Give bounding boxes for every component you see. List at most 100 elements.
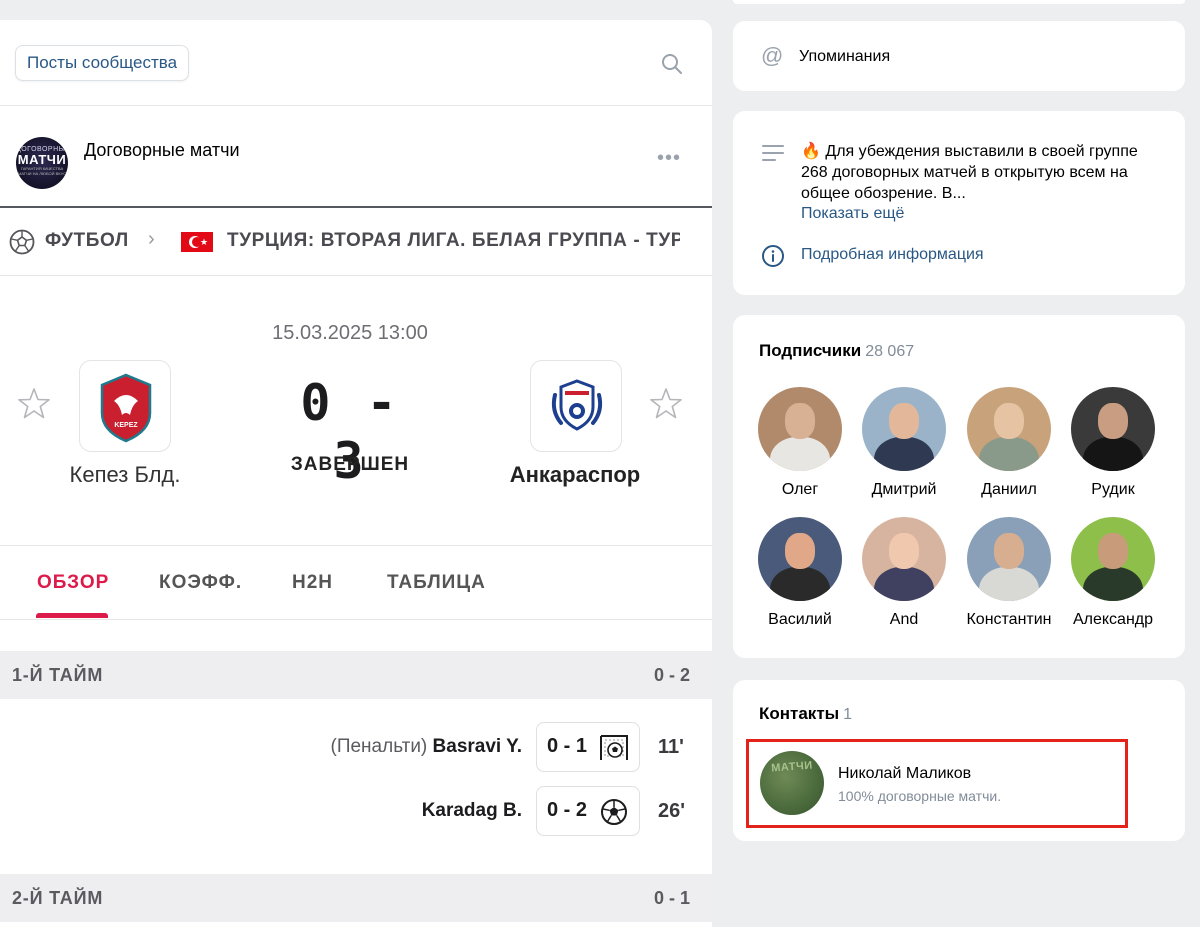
contact-description: 100% договорные матчи.: [838, 788, 1002, 804]
subscriber-name: Василий: [768, 611, 832, 628]
subscribers-title[interactable]: Подписчики 28 067: [759, 341, 914, 361]
event-player[interactable]: Basravi Y.: [433, 736, 522, 757]
favorite-away-star-icon[interactable]: [649, 387, 683, 421]
contact-avatar-text: МАТЧИ: [770, 759, 814, 775]
subscriber-avatar[interactable]: [758, 517, 842, 601]
post-card: Посты сообщества ДОГОВОРНЫЕ МАТЧИ ГАРАНТ…: [0, 20, 712, 927]
about-card: 🔥 Для убеждения выставили в своей группе…: [733, 111, 1185, 295]
info-icon: [762, 245, 784, 267]
subscriber-name: Дмитрий: [871, 481, 937, 498]
contacts-title[interactable]: Контакты 1: [759, 704, 852, 724]
tab-h2h[interactable]: H2H: [292, 572, 333, 594]
away-team-name[interactable]: Анкараспор: [490, 462, 660, 488]
mentions-label: Упоминания: [799, 48, 891, 65]
subscriber-item[interactable]: Рудик: [1061, 387, 1165, 499]
subscriber-item[interactable]: Александр: [1061, 517, 1165, 629]
event-score-box: 0 - 2: [536, 786, 640, 836]
event-score-box: 0 - 1: [536, 722, 640, 772]
away-team-logo[interactable]: [530, 360, 622, 452]
subscriber-avatar[interactable]: [758, 387, 842, 471]
half-label: 2-Й ТАЙМ: [12, 888, 104, 908]
subscriber-item[interactable]: Василий: [748, 517, 852, 629]
goal-event-row: (Пенальти) Basravi Y.: [331, 736, 523, 758]
goal-event-row: Karadag B.: [422, 800, 522, 822]
group-avatar[interactable]: ДОГОВОРНЫЕ МАТЧИ ГАРАНТИЯ КАЧЕСТВА МАТЧИ…: [16, 137, 68, 189]
posts-bar: Посты сообщества: [0, 20, 712, 106]
show-more-link[interactable]: Показать ещё: [801, 205, 904, 223]
half-score: 0 - 1: [654, 888, 691, 908]
subscriber-item[interactable]: Константин: [957, 517, 1061, 629]
subscriber-item[interactable]: Дмитрий: [852, 387, 956, 499]
subscriber-name: Олег: [781, 481, 819, 498]
more-info-link[interactable]: Подробная информация: [801, 246, 984, 264]
tab-table[interactable]: ТАБЛИЦА: [387, 572, 486, 594]
avatar-logo-title: МАТЧИ: [17, 152, 67, 167]
favorite-home-star-icon[interactable]: [17, 387, 51, 421]
match-status: ЗАВЕРШЕН: [290, 454, 410, 475]
contact-item[interactable]: МАТЧИ Николай Маликов 100% договорные ма…: [746, 739, 1128, 828]
subscriber-name: Александр: [1072, 611, 1154, 628]
more-options-icon[interactable]: •••: [657, 147, 681, 170]
match-summary: 15.03.2025 13:00 KEPEZ Кепез Блд. 0 - 3 …: [0, 276, 712, 546]
breadcrumb-sport[interactable]: ФУТБОЛ: [45, 230, 129, 252]
second-half-header: 2-Й ТАЙМ 0 - 1: [0, 874, 712, 922]
subscribers-label: Подписчики: [759, 341, 862, 360]
at-sign-icon: @: [761, 43, 784, 68]
match-datetime: 15.03.2025 13:00: [272, 322, 428, 344]
contact-avatar[interactable]: МАТЧИ: [760, 751, 824, 815]
subscriber-item[interactable]: And: [852, 517, 956, 629]
subscriber-avatar[interactable]: [1071, 387, 1155, 471]
penalty-goal-icon: [600, 735, 628, 760]
event-minute: 11': [658, 736, 684, 758]
subscriber-avatar[interactable]: [967, 387, 1051, 471]
avatar-logo-subtitle: ГАРАНТИЯ КАЧЕСТВА МАТЧИ НА ЛЮБОЙ ВКУС: [17, 166, 67, 176]
subscriber-avatar[interactable]: [862, 517, 946, 601]
breadcrumb: ФУТБОЛ › ★ ТУРЦИЯ: ВТОРАЯ ЛИГА. БЕЛАЯ ГР…: [0, 208, 712, 276]
svg-text:KEPEZ: KEPEZ: [114, 422, 138, 429]
contacts-card: Контакты 1 МАТЧИ Николай Маликов 100% дог…: [733, 680, 1185, 841]
subscriber-name: Даниил: [981, 481, 1037, 498]
event-note: (Пенальти): [330, 736, 428, 757]
contacts-label: Контакты: [759, 704, 840, 723]
mentions-card[interactable]: @ Упоминания: [733, 21, 1185, 91]
about-description: 🔥 Для убеждения выставили в своей группе…: [801, 143, 1138, 202]
active-tab-indicator: [36, 613, 108, 618]
subscriber-item[interactable]: Олег: [748, 387, 852, 499]
subscriber-name: Константин: [966, 611, 1052, 628]
match-tabs: ОБЗОР КОЭФФ. H2H ТАБЛИЦА: [0, 546, 712, 620]
subscriber-avatar[interactable]: [1071, 517, 1155, 601]
ankaraspor-crest-icon: [551, 379, 603, 431]
event-score: 0 - 2: [547, 799, 588, 821]
home-team-name[interactable]: Кепез Блд.: [40, 462, 210, 488]
community-posts-button[interactable]: Посты сообщества: [15, 45, 190, 81]
tab-odds[interactable]: КОЭФФ.: [159, 572, 242, 594]
subscriber-name: And: [889, 611, 919, 628]
soccer-ball-icon: [9, 229, 35, 255]
first-half-header: 1-Й ТАЙМ 0 - 2: [0, 651, 712, 699]
turkey-flag-icon: ★: [181, 232, 213, 252]
event-minute: 26': [658, 800, 686, 822]
goal-ball-icon: [601, 799, 627, 825]
half-score: 0 - 2: [654, 665, 691, 685]
tab-overview[interactable]: ОБЗОР: [37, 572, 109, 594]
subscriber-avatar[interactable]: [862, 387, 946, 471]
subscribers-card: Подписчики 28 067 Олег Дмитрий Даниил Рудик В…: [733, 315, 1185, 658]
event-player[interactable]: Karadag B.: [422, 800, 522, 821]
subscriber-item[interactable]: Даниил: [957, 387, 1061, 499]
subscribers-count: 28 067: [865, 343, 915, 360]
subscriber-avatar[interactable]: [967, 517, 1051, 601]
breadcrumb-league[interactable]: ТУРЦИЯ: ВТОРАЯ ЛИГА. БЕЛАЯ ГРУППА - ТУР: [227, 230, 680, 252]
chevron-right-icon: ›: [148, 228, 155, 250]
half-label: 1-Й ТАЙМ: [12, 665, 104, 685]
previous-card-edge: [733, 0, 1185, 4]
event-score: 0 - 1: [547, 735, 588, 757]
kepez-crest-icon: KEPEZ: [100, 373, 152, 443]
group-name-link[interactable]: Договорные матчи: [84, 140, 240, 161]
contact-name[interactable]: Николай Маликов: [838, 765, 971, 783]
post-header: ДОГОВОРНЫЕ МАТЧИ ГАРАНТИЯ КАЧЕСТВА МАТЧИ…: [0, 106, 712, 208]
home-team-logo[interactable]: KEPEZ: [79, 360, 171, 452]
search-icon[interactable]: [660, 52, 684, 76]
subscriber-name: Рудик: [1091, 481, 1135, 498]
text-lines-icon: [762, 145, 784, 161]
contacts-count: 1: [843, 706, 853, 723]
